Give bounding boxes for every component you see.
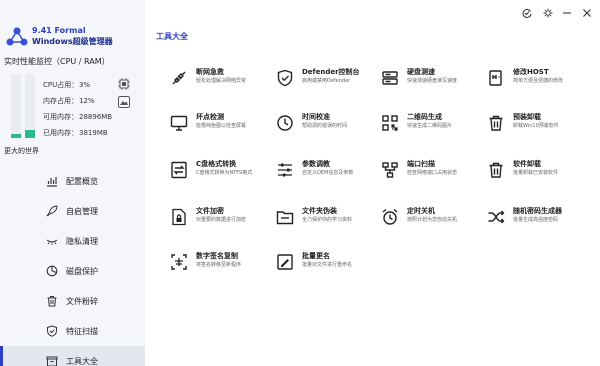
section-label: 更大的世界 (4, 147, 39, 155)
trash-icon (47, 296, 57, 307)
sidebar-nav: 配置概览 自启管理 隐私清理 磁盘保护 文件粉碎 特征扫描 工具大全 (0, 166, 145, 366)
sidebar-item-label: 自启管理 (66, 206, 98, 216)
stats-list: CPU占用：3% 内存占用：12% 可用内存：28896MB 已用内存：3819… (43, 80, 112, 144)
refresh-check-icon[interactable] (522, 8, 532, 18)
tool-param-tuning[interactable]: 参数调教 自定义OEM信息及参数 (276, 158, 380, 188)
alarm-icon (382, 208, 398, 225)
stat-used-memory: 已用内存：3819MB (43, 129, 108, 137)
tool-defender-console[interactable]: Defender控制台 启用或禁用Defender (276, 66, 380, 96)
folder-icon (276, 211, 294, 225)
trash-icon (489, 115, 503, 131)
sidebar-item-toolbox[interactable]: 工具大全 (0, 346, 145, 366)
ram-bar-fill (25, 130, 35, 138)
app-logo-icon (6, 27, 28, 46)
pie-chart-icon (46, 265, 58, 277)
sidebar-item-label: 特征扫描 (66, 326, 98, 336)
tool-disk-speed[interactable]: 硬盘测速 快速测速硬盘读写速度 (381, 66, 485, 96)
tool-scheduled-shutdown[interactable]: 定时关机 按照计划为您自动关机 (381, 205, 485, 235)
tool-file-encrypt[interactable]: 文件加密 对重要的数据进行加密 (170, 205, 274, 235)
plug-icon (172, 71, 186, 85)
cpu-bar-fill (11, 134, 21, 138)
sidebar-item-label: 文件粉碎 (66, 296, 98, 306)
sidebar-item-label: 配置概览 (66, 176, 98, 186)
tool-edit-hosts[interactable]: 修改HOST 简单方便且便捷的修改 (487, 66, 591, 96)
hard-drive-icon (382, 71, 398, 85)
rename-icon (277, 254, 293, 270)
swap-icon (171, 161, 187, 179)
tool-c-drive-convert[interactable]: C盘格式转换 C盘格式转换为NTFS格式 (170, 158, 274, 188)
sidebar-item-label: 磁盘保护 (66, 266, 98, 276)
clock-icon (277, 115, 293, 131)
image-icon[interactable] (118, 96, 130, 108)
lock-file-icon (172, 208, 186, 226)
app-version: 9.41 Formal (32, 26, 86, 35)
stat-ram: 内存占用：12% (43, 97, 95, 105)
tool-random-password[interactable]: 随机密码生成器 批量生成高强度密码 (487, 205, 591, 235)
monitor-title: 实时性能监控（CPU / RAM） (4, 57, 110, 66)
network-icon (382, 162, 398, 178)
tool-time-sync[interactable]: 时间校准 帮助调的错误的时间 (276, 111, 380, 141)
trash-icon (489, 162, 503, 178)
sidebar-item-disk-protect[interactable]: 磁盘保护 (0, 256, 145, 286)
rocket-icon (46, 205, 58, 217)
sliders-icon (278, 163, 292, 177)
tool-software-uninstall[interactable]: 软件卸载 批量卸载已安装软件 (487, 158, 591, 188)
close-icon[interactable] (582, 8, 592, 18)
shield-check-icon (277, 69, 293, 87)
tool-network-rescue[interactable]: 断网急救 轻松处理解决网络异常 (170, 66, 274, 96)
tool-batch-rename[interactable]: 批量更名 批量对文件进行重命名 (276, 250, 380, 280)
tool-folder-disguise[interactable]: 文件夹伪装 全力保护你的学习资料 (276, 205, 380, 235)
qr-code-icon (382, 115, 398, 131)
chart-icon (47, 177, 57, 187)
sidebar-item-label: 工具大全 (66, 356, 98, 366)
eye-closed-icon (46, 239, 58, 245)
usage-bars (9, 74, 37, 138)
tool-dead-pixel[interactable]: 坏点检测 能根纯色图以检查屏幕 (170, 111, 274, 141)
sidebar-item-privacy[interactable]: 隐私清理 (0, 226, 145, 256)
cpu-chip-icon[interactable] (118, 78, 130, 90)
cpu-bar (11, 74, 21, 138)
sidebar-item-feature-scan[interactable]: 特征扫描 (0, 316, 145, 346)
sidebar-item-file-shred[interactable]: 文件粉碎 (0, 286, 145, 316)
sidebar-item-startup[interactable]: 自启管理 (0, 196, 145, 226)
app-name: Windows超级管理器 (32, 37, 113, 46)
tool-port-scan[interactable]: 端口扫描 检查网络端口占用状态 (381, 158, 485, 188)
stat-cpu: CPU占用：3% (43, 81, 91, 89)
theme-icon[interactable] (543, 8, 553, 18)
tool-qr-code[interactable]: 二维码生成 快速生成二维码图片 (381, 111, 485, 141)
sidebar: 9.41 Formal Windows超级管理器 实时性能监控（CPU / RA… (0, 0, 145, 366)
shield-check-icon (47, 325, 57, 337)
ram-bar (25, 74, 35, 138)
stat-free-memory: 可用内存：28896MB (43, 113, 113, 121)
box-icon (46, 356, 58, 366)
minimize-icon[interactable] (562, 8, 572, 18)
page-title: 工具大全 (156, 32, 188, 41)
sidebar-item-overview[interactable]: 配置概览 (0, 166, 145, 196)
shuffle-icon (488, 210, 505, 224)
tool-signature-copy[interactable]: 数字签名复制 将签名转移至新程序 (170, 250, 274, 280)
tool-preinstalled-uninstall[interactable]: 预装卸载 卸载Win10预装软件 (487, 111, 591, 141)
sidebar-item-label: 隐私清理 (66, 236, 98, 246)
signature-icon (171, 254, 187, 270)
monitor-icon (170, 115, 188, 131)
hosts-file-icon (489, 70, 502, 86)
